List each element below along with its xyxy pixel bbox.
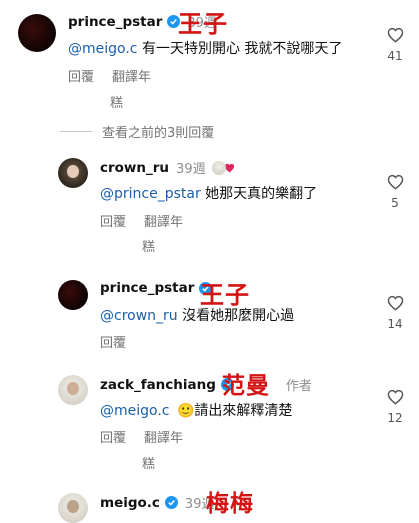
- comment-header: meigo.c 39週: [100, 493, 214, 513]
- like-block: 5: [380, 174, 410, 210]
- comment-text: @crown_ru 沒看她那麼開心過: [100, 308, 295, 324]
- mention-link[interactable]: @crown_ru: [100, 308, 178, 324]
- timestamp: 39週: [176, 162, 206, 177]
- reply-button[interactable]: 回覆: [100, 336, 126, 351]
- comment-actions: 回覆 翻譯年: [100, 211, 201, 230]
- author-tag: 作者: [285, 379, 312, 394]
- comment-text: @prince_pstar 她那天真的樂翻了: [100, 186, 318, 202]
- username[interactable]: prince_pstar: [68, 14, 162, 30]
- mention-link[interactable]: @meigo.c: [100, 403, 170, 419]
- avatar[interactable]: [18, 14, 56, 52]
- heart-icon[interactable]: [387, 174, 404, 190]
- translate-button[interactable]: 翻譯年: [144, 215, 183, 230]
- username[interactable]: crown_ru: [100, 160, 169, 176]
- view-previous-replies-button[interactable]: 查看之前的3則回覆: [60, 122, 214, 141]
- comment-header: crown_ru 39週: [100, 158, 235, 177]
- verified-badge-icon: [164, 496, 178, 509]
- avatar[interactable]: [58, 493, 88, 523]
- like-block: 41: [380, 27, 410, 63]
- like-count: 5: [391, 196, 399, 210]
- avatar[interactable]: [58, 375, 88, 405]
- avatar[interactable]: [58, 280, 88, 310]
- view-previous-label: 查看之前的3則回覆: [102, 126, 215, 141]
- comment-header: prince_pstar: [100, 280, 213, 296]
- avatar[interactable]: [58, 158, 88, 188]
- extra-text: 糕: [110, 96, 124, 111]
- like-block: 12: [380, 389, 410, 425]
- extra-text: 糕: [142, 457, 156, 472]
- comment-actions: 回覆 翻譯年: [68, 66, 169, 85]
- username[interactable]: meigo.c: [100, 495, 160, 511]
- translate-button[interactable]: 翻譯年: [144, 431, 183, 446]
- annotation-overlay: 王子: [178, 9, 228, 38]
- annotation-overlay: 梅梅: [206, 490, 254, 517]
- heart-icon[interactable]: [387, 295, 404, 311]
- like-count: 14: [387, 317, 403, 331]
- heart-icon[interactable]: [387, 27, 404, 43]
- username[interactable]: prince_pstar: [100, 280, 194, 296]
- comment-text: @meigo.c 🙂請出來解釋清楚: [100, 403, 293, 419]
- translate-button[interactable]: 翻譯年: [112, 70, 151, 85]
- comment-actions: 回覆: [100, 332, 144, 351]
- comment-actions: 回覆 翻譯年: [100, 427, 201, 446]
- like-count: 41: [387, 49, 403, 63]
- like-block: 14: [380, 295, 410, 331]
- annotation-overlay: 范曼: [222, 372, 270, 399]
- reply-button[interactable]: 回覆: [100, 431, 126, 446]
- like-count: 12: [387, 411, 403, 425]
- reply-button[interactable]: 回覆: [100, 215, 126, 230]
- divider-line: [60, 131, 92, 132]
- comment-text: @meigo.c 有一天特別開心 我就不說哪天了: [68, 41, 343, 57]
- comment-header: zack_fanchiang 作者: [100, 375, 312, 395]
- username[interactable]: zack_fanchiang: [100, 377, 216, 393]
- emoji: 🙂: [176, 403, 195, 419]
- mention-link[interactable]: @meigo.c: [68, 41, 138, 57]
- mention-link[interactable]: @prince_pstar: [100, 186, 201, 202]
- heart-icon[interactable]: [387, 389, 404, 405]
- liked-by-author-avatar: [211, 160, 226, 175]
- reply-button[interactable]: 回覆: [68, 70, 94, 85]
- extra-text: 糕: [142, 240, 156, 255]
